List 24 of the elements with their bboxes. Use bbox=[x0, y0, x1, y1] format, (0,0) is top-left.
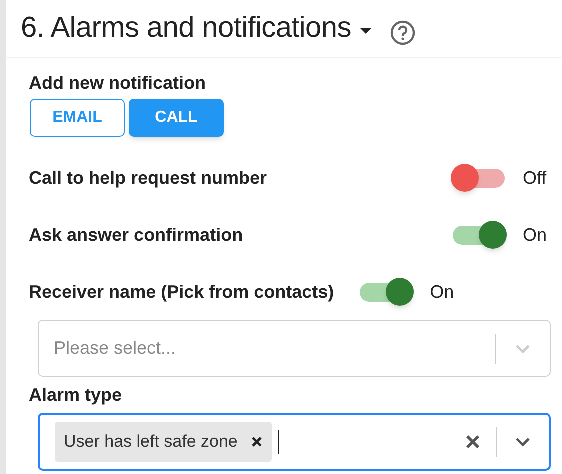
toggle-switch[interactable] bbox=[358, 278, 414, 306]
toggle-switch[interactable] bbox=[451, 221, 507, 249]
caret-icon[interactable] bbox=[359, 26, 374, 34]
toggle-state-text: On bbox=[523, 224, 548, 246]
toggle-state-text: On bbox=[430, 280, 456, 304]
remove-icon[interactable] bbox=[252, 437, 262, 447]
toggle-label: Ask answer confirmation bbox=[29, 224, 244, 246]
clear-icon[interactable] bbox=[466, 435, 480, 449]
select-field[interactable]: Please select... bbox=[38, 320, 551, 377]
selected-tag[interactable]: User has left safe zone bbox=[55, 422, 272, 462]
tag-text: User has left safe zone bbox=[64, 431, 238, 454]
field-label: Add new notification bbox=[29, 72, 207, 94]
selected-option-button[interactable]: CALL bbox=[129, 99, 224, 137]
help-icon[interactable] bbox=[390, 20, 416, 46]
section-title: 6. Alarms and notifications bbox=[21, 10, 352, 46]
chevron-down-icon[interactable] bbox=[515, 436, 531, 448]
toggle-state-text: Off bbox=[523, 166, 548, 190]
toggle-label: Receiver name (Pick from contacts) bbox=[29, 280, 334, 304]
text-cursor bbox=[278, 430, 279, 454]
option-button[interactable]: EMAIL bbox=[30, 99, 125, 137]
toggle-switch[interactable] bbox=[451, 164, 507, 192]
toggle-label: Call to help request number bbox=[29, 166, 268, 190]
multi-select-field[interactable]: User has left safe zone bbox=[38, 413, 551, 471]
field-label: Alarm type bbox=[29, 384, 124, 406]
